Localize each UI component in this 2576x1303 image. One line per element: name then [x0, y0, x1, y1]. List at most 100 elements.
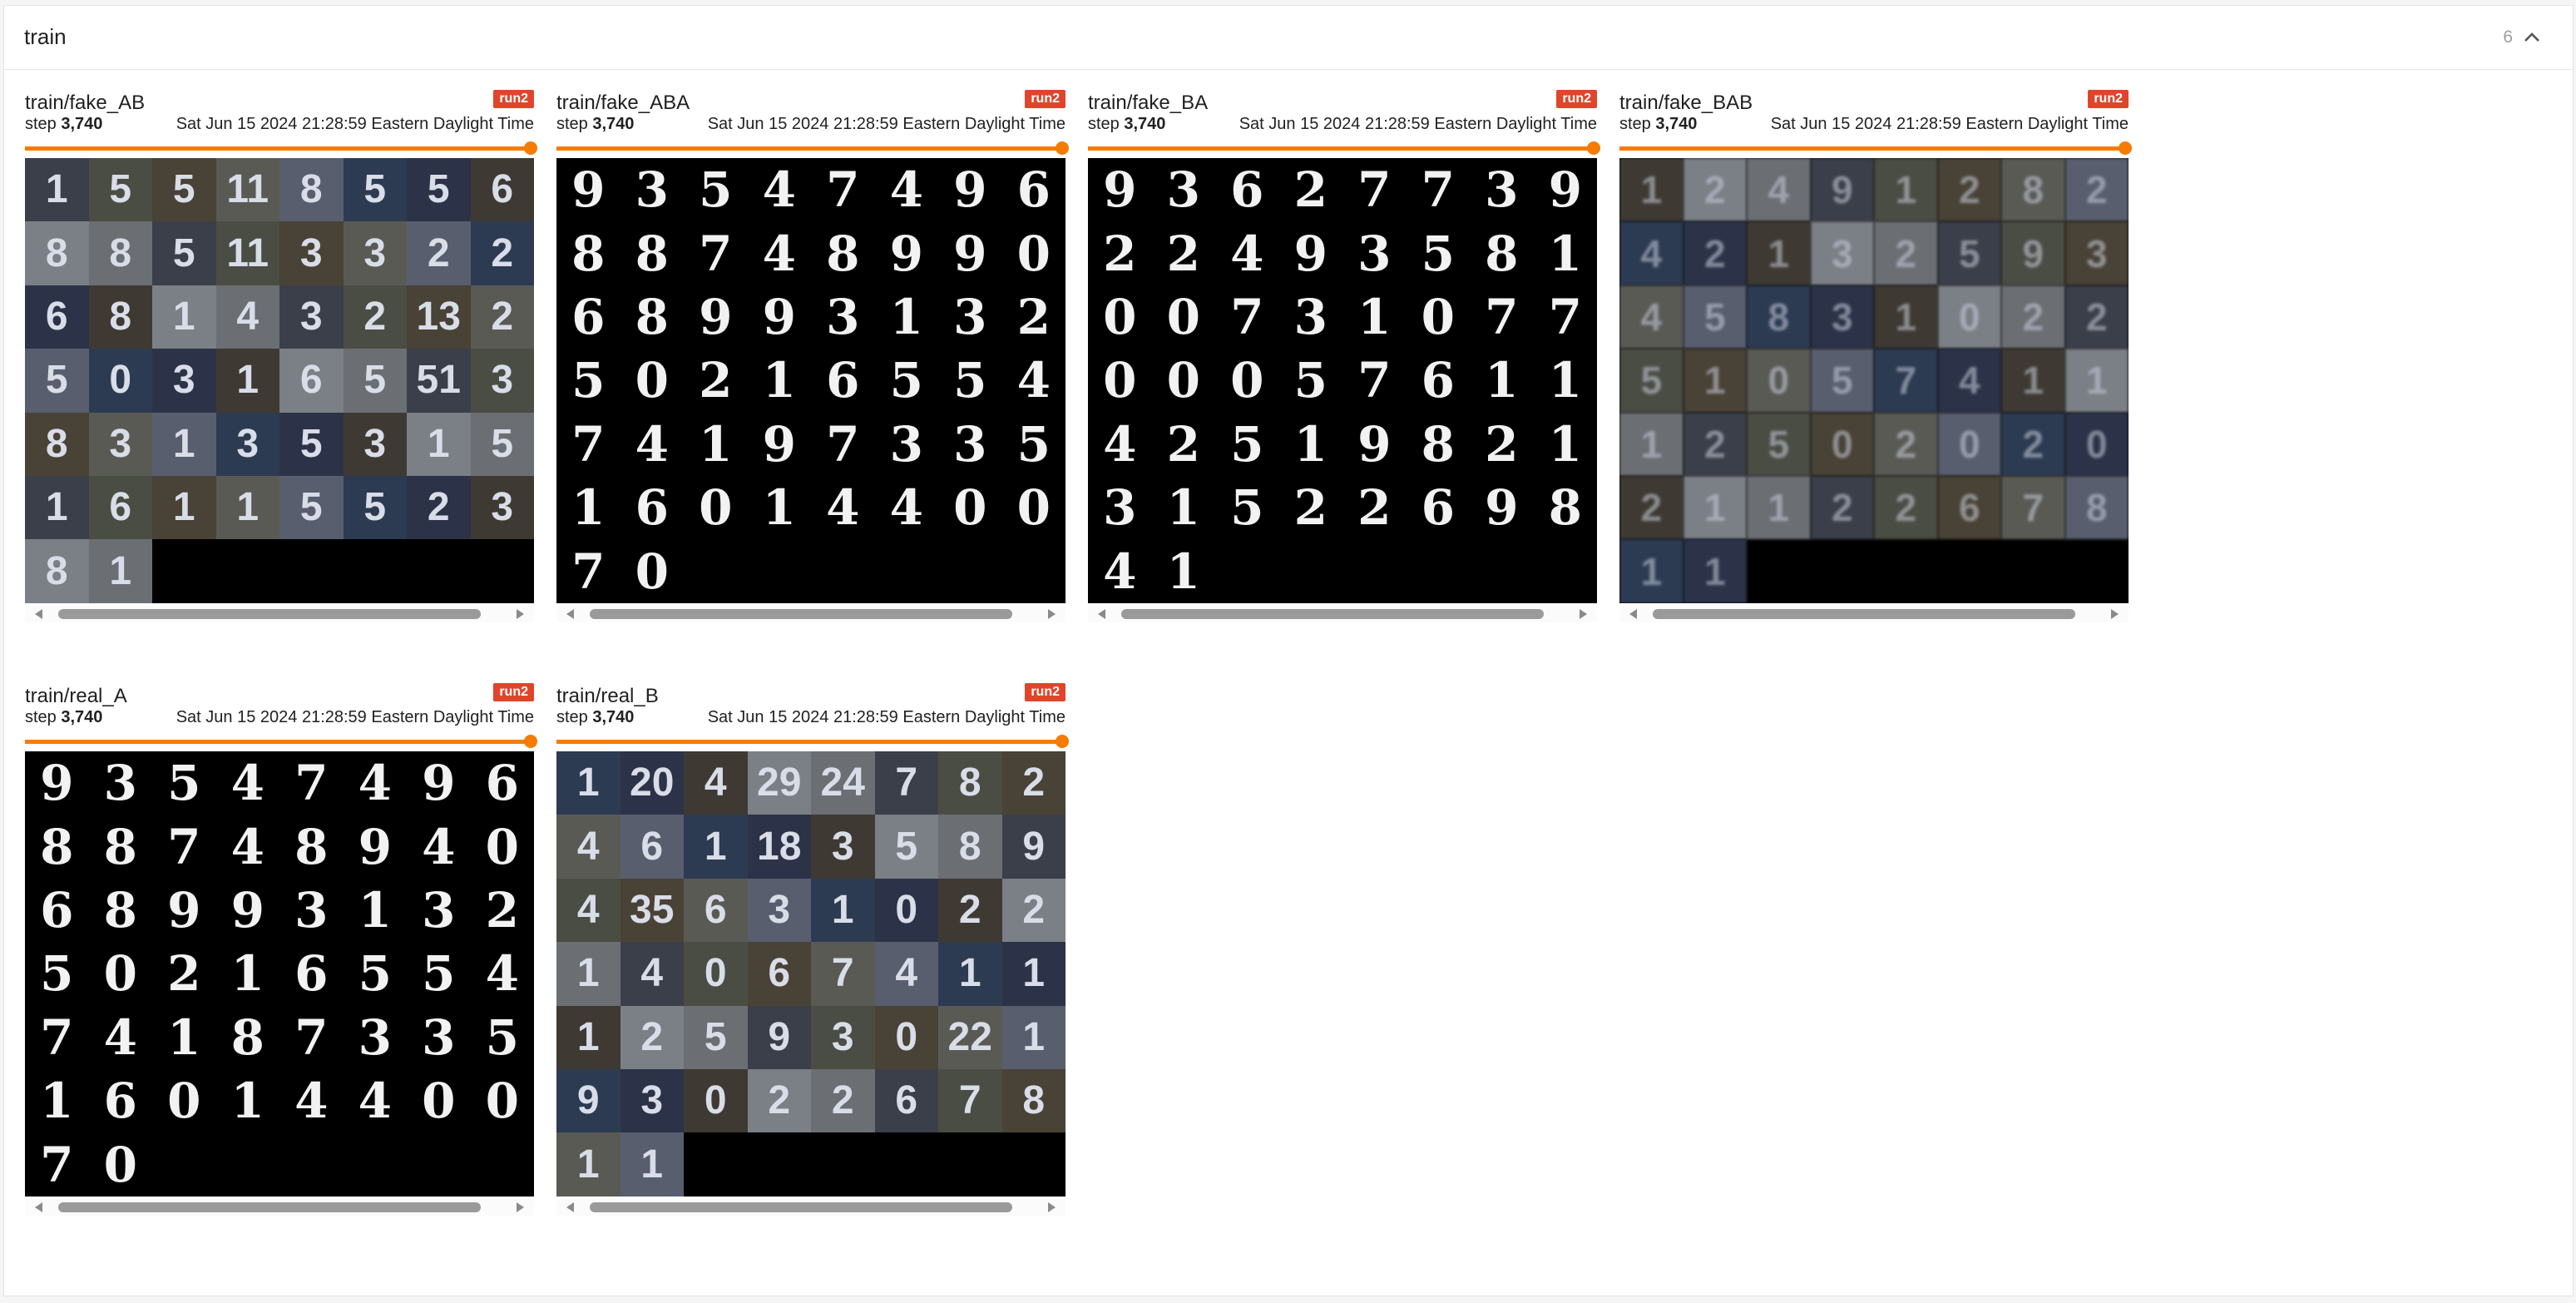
- digit-cell: 1: [152, 285, 216, 349]
- digit-cell: 4: [230, 818, 265, 875]
- card-tag: train/real_B: [556, 685, 659, 707]
- step-info: step 3,740: [1088, 115, 1165, 134]
- scroll-thumb[interactable]: [1121, 609, 1544, 619]
- horizontal-scrollbar[interactable]: [556, 1199, 1066, 1216]
- scroll-thumb[interactable]: [590, 1202, 1012, 1212]
- digit-cell: 0: [1016, 225, 1051, 282]
- digit-cell: 3: [88, 412, 152, 476]
- digit-cell: 8: [2001, 158, 2065, 222]
- digit-cell: 8: [25, 412, 89, 476]
- scroll-left-icon[interactable]: [35, 1202, 42, 1212]
- scroll-right-icon[interactable]: [517, 1202, 524, 1212]
- digit-cell: 9: [747, 1005, 811, 1069]
- digit-cell: 5: [1810, 349, 1874, 413]
- scroll-right-icon[interactable]: [2111, 609, 2119, 619]
- digit-cell: 0: [953, 479, 987, 537]
- slider-thumb[interactable]: [524, 141, 537, 155]
- scroll-left-icon[interactable]: [1098, 609, 1105, 619]
- digit-cell: 1: [556, 942, 621, 1006]
- step-label: step: [556, 115, 588, 133]
- digit-cell: 1: [938, 942, 1002, 1006]
- digit-cell: 3: [1485, 161, 1519, 219]
- digit-cell: 2: [1683, 221, 1747, 285]
- scroll-thumb[interactable]: [1653, 609, 2075, 619]
- digit-cell: 5: [358, 945, 392, 1003]
- digit-cell: 6: [1016, 161, 1051, 219]
- step-slider[interactable]: [1088, 141, 1600, 155]
- chevron-up-icon[interactable]: [2523, 28, 2541, 47]
- digit-cell: 4: [1103, 415, 1137, 473]
- step-slider[interactable]: [556, 141, 1069, 155]
- scroll-thumb[interactable]: [58, 1202, 481, 1212]
- horizontal-scrollbar[interactable]: [556, 606, 1066, 622]
- digit-cell: 7: [826, 415, 860, 473]
- step-slider[interactable]: [25, 141, 537, 155]
- scroll-right-icon[interactable]: [1048, 609, 1056, 619]
- digit-cell: 5: [1619, 349, 1684, 413]
- digit-cell: 2: [470, 221, 534, 285]
- timestamp: Sat Jun 15 2024 21:28:59 Eastern Dayligh…: [176, 708, 534, 726]
- digit-cell: 3: [422, 881, 456, 939]
- digit-cell: 5: [889, 352, 923, 409]
- image-card: train/real_A run2 step 3,740 Sat Jun 15 …: [25, 683, 537, 1216]
- horizontal-scrollbar[interactable]: [1619, 606, 2129, 622]
- step-slider[interactable]: [25, 735, 537, 748]
- digit-cell: 3: [811, 815, 875, 879]
- digit-cell: 1: [1166, 479, 1200, 537]
- digit-cell: 8: [1485, 225, 1519, 282]
- digit-cell: 9: [1293, 225, 1328, 282]
- image-grid: 9354749688748940689931325021655474187335…: [25, 751, 534, 1196]
- digit-cell: 7: [294, 1008, 329, 1066]
- scroll-thumb[interactable]: [590, 609, 1012, 619]
- digit-cell: 9: [1357, 415, 1392, 473]
- scroll-right-icon[interactable]: [1048, 1202, 1056, 1212]
- digit-cell: 5: [1230, 479, 1264, 537]
- digit-cell: 1: [25, 158, 89, 222]
- scroll-right-icon[interactable]: [1580, 609, 1587, 619]
- card-tag: train/fake_AB: [25, 92, 146, 114]
- slider-track: [556, 740, 1066, 744]
- slider-thumb[interactable]: [1587, 141, 1600, 155]
- digit-cell: 6: [25, 285, 89, 349]
- digit-cell: 3: [294, 881, 329, 939]
- card-tag: train/fake_BA: [1088, 92, 1209, 114]
- group-header[interactable]: train 6: [4, 6, 2573, 70]
- digit-cell: 8: [1548, 479, 1582, 537]
- step-value: 3,740: [592, 708, 635, 726]
- digit-cell: 4: [889, 161, 923, 219]
- step-slider[interactable]: [556, 735, 1069, 748]
- digit-cell: 4: [485, 945, 519, 1003]
- digit-cell: 8: [938, 751, 1002, 815]
- digit-cell: 7: [1357, 352, 1392, 409]
- slider-thumb[interactable]: [1056, 141, 1069, 155]
- digit-cell: 7: [2001, 475, 2065, 540]
- digit-cell: 4: [103, 1008, 137, 1066]
- scroll-left-icon[interactable]: [1629, 609, 1637, 619]
- scroll-left-icon[interactable]: [566, 1202, 574, 1212]
- digit-cell: 8: [88, 285, 152, 349]
- horizontal-scrollbar[interactable]: [25, 606, 534, 622]
- slider-thumb[interactable]: [1056, 735, 1069, 748]
- digit-cell: 3: [358, 1008, 392, 1066]
- digit-cell: 2: [1937, 158, 2001, 222]
- digit-cell: 7: [874, 751, 938, 815]
- horizontal-scrollbar[interactable]: [1088, 606, 1597, 622]
- slider-thumb[interactable]: [2119, 141, 2132, 155]
- digit-cell: 0: [874, 878, 938, 943]
- scroll-left-icon[interactable]: [566, 609, 574, 619]
- group-title: train: [24, 24, 67, 49]
- step-slider[interactable]: [1619, 141, 2132, 155]
- scroll-thumb[interactable]: [58, 609, 481, 619]
- digit-cell: 2: [470, 285, 534, 349]
- scroll-left-icon[interactable]: [35, 609, 42, 619]
- digit-cell: 5: [699, 161, 733, 219]
- digit-cell: 7: [40, 1136, 74, 1193]
- digit-cell: 1: [699, 415, 733, 473]
- horizontal-scrollbar[interactable]: [25, 1199, 534, 1216]
- slider-thumb[interactable]: [524, 735, 537, 748]
- digit-cell: 1: [684, 815, 748, 879]
- digit-cell: 0: [485, 1073, 519, 1130]
- scroll-right-icon[interactable]: [517, 609, 524, 619]
- step-info: step 3,740: [1619, 115, 1697, 134]
- digit-cell: 8: [635, 288, 669, 345]
